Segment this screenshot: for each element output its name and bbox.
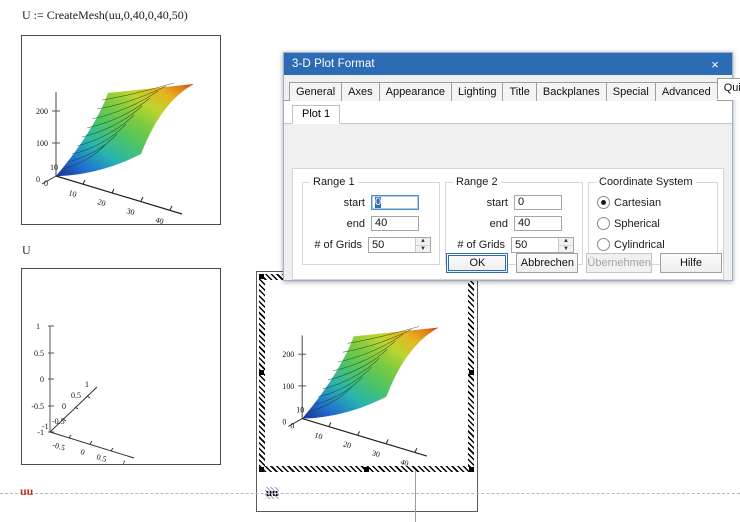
svg-text:-0.5: -0.5	[52, 417, 65, 426]
tab-advanced[interactable]: Advanced	[654, 82, 718, 101]
tab-backplanes[interactable]: Backplanes	[535, 82, 607, 101]
help-button[interactable]: Hilfe	[660, 253, 722, 273]
surface-plot-selected[interactable]: 200 100 10 20 30 40 10 0 0	[259, 274, 474, 472]
surface-plot-top-graphic: 200 100 10 20 30 40 10 0 0	[36, 82, 194, 224]
radio-cartesian-label: Cartesian	[614, 196, 662, 209]
expression-u[interactable]: U	[22, 243, 31, 258]
svg-text:0: 0	[40, 375, 44, 384]
svg-text:1: 1	[36, 322, 40, 331]
radio-cartesian-icon[interactable]	[597, 196, 610, 209]
svg-text:0: 0	[44, 179, 48, 188]
tab-axes[interactable]: Axes	[341, 82, 380, 101]
svg-text:200: 200	[282, 350, 294, 359]
range-2-legend: Range 2	[453, 176, 501, 188]
surface-plot-top[interactable]: 200 100 10 20 30 40 10 0 0	[21, 35, 221, 225]
svg-text:-0.5: -0.5	[31, 402, 44, 411]
svg-text:30: 30	[125, 206, 135, 217]
dialog-tab-strip[interactable]: General Axes Appearance Lighting Title B…	[284, 75, 740, 101]
page-break-vertical-upper	[415, 470, 416, 494]
tab-lighting[interactable]: Lighting	[450, 82, 504, 101]
page-break-vertical	[415, 493, 416, 522]
tab-general[interactable]: General	[289, 82, 343, 101]
svg-text:0.5: 0.5	[34, 349, 44, 358]
svg-text:100: 100	[282, 382, 294, 391]
range-1-start-input[interactable]: 0	[371, 195, 419, 210]
range-1-legend: Range 1	[310, 176, 358, 188]
empty-axes-plot[interactable]: 1 0.5 0 -0.5 -1 -0.5 0 0.5 1 -1 -0.5 0 0…	[21, 268, 221, 465]
svg-text:10: 10	[314, 431, 324, 442]
svg-text:0: 0	[62, 402, 66, 411]
range-1-start-label: start	[343, 196, 365, 209]
page-break-horizontal	[0, 493, 740, 494]
svg-text:20: 20	[96, 197, 106, 208]
svg-text:0: 0	[36, 175, 40, 184]
dialog-subtab-row[interactable]: Plot 1	[284, 101, 732, 124]
range-1-end-label: end	[346, 217, 365, 230]
spinner-up-icon-2[interactable]: ▲	[559, 238, 573, 246]
resize-handle-s[interactable]	[364, 467, 369, 472]
svg-text:10: 10	[67, 188, 77, 199]
svg-text:40: 40	[400, 457, 410, 466]
range-2-start-input[interactable]: 0	[514, 195, 562, 210]
tab-title[interactable]: Title	[502, 82, 537, 101]
range-2-end-input[interactable]: 40	[514, 216, 562, 231]
cancel-button[interactable]: Abbrechen	[516, 253, 579, 273]
tab-special[interactable]: Special	[605, 82, 656, 101]
resize-handle-sw[interactable]	[259, 467, 264, 472]
red-variable-label[interactable]: uu	[20, 484, 33, 499]
range-1-end-row: end 40	[303, 216, 431, 231]
resize-handle-w[interactable]	[259, 370, 264, 375]
svg-text:200: 200	[36, 107, 48, 116]
radio-spherical[interactable]: Spherical	[597, 217, 717, 230]
apply-button: Übernehmen	[586, 253, 652, 273]
coordinate-system-legend: Coordinate System	[596, 176, 696, 188]
tab-appearance[interactable]: Appearance	[378, 82, 452, 101]
svg-text:0.5: 0.5	[71, 391, 81, 400]
svg-text:-1: -1	[42, 422, 49, 431]
svg-text:1: 1	[120, 458, 126, 464]
svg-text:10: 10	[296, 406, 304, 415]
dialog-title: 3-D Plot Format	[292, 58, 375, 70]
svg-text:0: 0	[290, 421, 294, 430]
radio-spherical-label: Spherical	[614, 217, 660, 230]
range-2-start-row: start 0	[446, 195, 574, 210]
svg-text:0: 0	[282, 417, 286, 426]
svg-text:100: 100	[36, 139, 48, 148]
expression-createmesh[interactable]: U := CreateMesh(uu,0,40,0,40,50)	[22, 8, 188, 23]
range-2-start-label: start	[486, 196, 508, 209]
svg-text:1: 1	[85, 380, 89, 389]
resize-handle-se[interactable]	[469, 467, 474, 472]
surface-plot-selected-graphic: 200 100 10 20 30 40 10 0 0	[282, 326, 439, 468]
spinner-up-icon[interactable]: ▲	[416, 238, 430, 246]
dialog-button-row: OK Abbrechen Übernehmen Hilfe	[284, 246, 732, 280]
svg-text:30: 30	[371, 448, 381, 459]
range-2-end-row: end 40	[446, 216, 574, 231]
close-icon[interactable]: ×	[698, 53, 732, 75]
range-1-end-input[interactable]: 40	[371, 216, 419, 231]
subtab-plot-1[interactable]: Plot 1	[292, 105, 341, 124]
resize-handle-e[interactable]	[469, 370, 474, 375]
range-2-end-label: end	[489, 217, 508, 230]
resize-handle-nw[interactable]	[259, 274, 264, 279]
svg-text:0: 0	[79, 447, 85, 457]
dialog-title-bar[interactable]: 3-D Plot Format ×	[284, 53, 732, 75]
svg-text:10: 10	[50, 163, 58, 172]
radio-cartesian[interactable]: Cartesian	[597, 196, 717, 209]
svg-text:20: 20	[342, 439, 352, 450]
selected-plot-inner: 200 100 10 20 30 40 10 0 0	[265, 280, 468, 468]
svg-text:40: 40	[154, 215, 164, 224]
range-1-start-value: 0	[375, 196, 382, 208]
range-1-start-row: start 0	[303, 195, 431, 210]
svg-text:0.5: 0.5	[95, 452, 107, 464]
empty-axes-plot-graphic: 1 0.5 0 -0.5 -1 -0.5 0 0.5 1 -1 -0.5 0 0…	[31, 322, 135, 464]
tab-quickplot-data[interactable]: QuickPlot Data	[716, 78, 740, 100]
svg-text:-0.5: -0.5	[51, 440, 66, 452]
plot-format-dialog[interactable]: 3-D Plot Format × General Axes Appearanc…	[283, 52, 740, 281]
radio-spherical-icon[interactable]	[597, 217, 610, 230]
ok-button[interactable]: OK	[446, 253, 509, 273]
